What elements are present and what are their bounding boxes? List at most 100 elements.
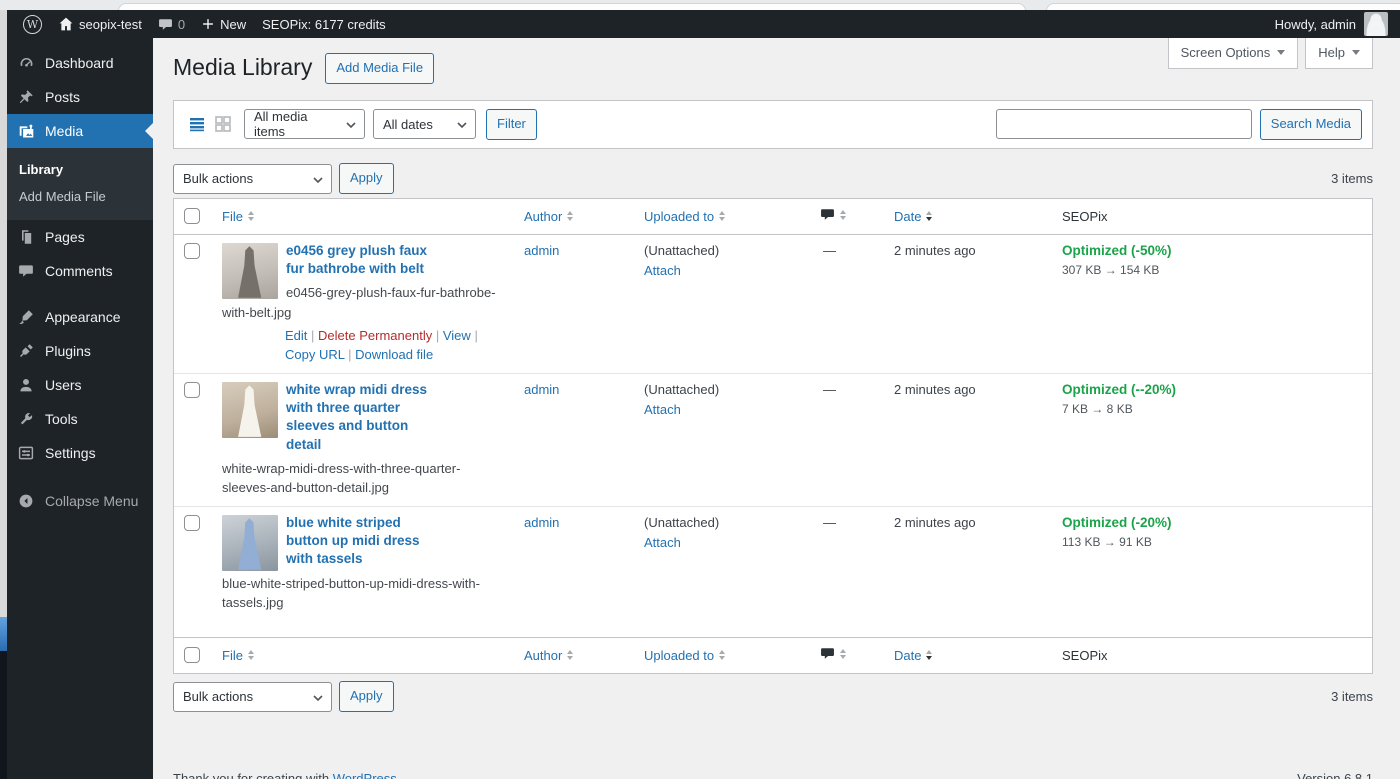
attach-link[interactable]: Attach (644, 402, 681, 417)
author-link[interactable]: admin (524, 243, 559, 258)
sort-by-date[interactable]: Date (894, 209, 932, 224)
footer-thanks-period: . (397, 771, 401, 779)
date-filter-select[interactable]: All dates (373, 109, 476, 139)
list-view-icon (187, 114, 207, 134)
view-link[interactable]: View (443, 328, 471, 343)
desktop-edge-artifact (0, 651, 7, 779)
sidebar-item-settings[interactable]: Settings (7, 436, 153, 470)
seopix-size-change: 307 KB → 154 KB (1062, 263, 1362, 277)
sidebar-item-users[interactable]: Users (7, 368, 153, 402)
author-link[interactable]: admin (524, 515, 559, 530)
table-row: white wrap midi dress with three quarter… (174, 373, 1372, 506)
grid-view-button[interactable] (210, 111, 236, 137)
help-button[interactable]: Help (1305, 38, 1373, 69)
sidebar-item-label: Posts (45, 89, 80, 105)
apply-button[interactable]: Apply (339, 681, 394, 712)
sort-arrows-icon (926, 211, 932, 221)
browser-chrome-artifact (0, 0, 1400, 10)
sort-by-author[interactable]: Author (524, 648, 573, 663)
wordpress-link[interactable]: WordPress (333, 771, 397, 779)
admin-bar: W seopix-test 0 New SEOPix: 6177 credits… (7, 10, 1400, 38)
site-name-link[interactable]: seopix-test (50, 10, 150, 38)
search-media-input[interactable] (996, 109, 1252, 139)
uploaded-to-status: (Unattached) (644, 382, 800, 397)
admin-bar-comments[interactable]: 0 (150, 10, 193, 38)
sort-by-file[interactable]: File (222, 209, 254, 224)
add-media-file-button[interactable]: Add Media File (325, 53, 434, 84)
sort-arrows-icon (567, 650, 573, 660)
copy-url-link[interactable]: Copy URL (285, 347, 344, 362)
sidebar-item-posts[interactable]: Posts (7, 80, 153, 114)
admin-footer: Thank you for creating with WordPress. V… (173, 771, 1373, 779)
sidebar-item-media[interactable]: Media (7, 114, 153, 148)
edit-link[interactable]: Edit (285, 328, 307, 343)
attach-link[interactable]: Attach (644, 263, 681, 278)
bulk-actions-value: Bulk actions (183, 171, 253, 186)
screen-options-button[interactable]: Screen Options (1168, 38, 1299, 69)
sort-by-comments[interactable] (820, 207, 846, 222)
sort-by-uploaded-to[interactable]: Uploaded to (644, 648, 725, 663)
new-content-menu[interactable]: New (193, 10, 254, 38)
browser-urlbar-artifact (1046, 3, 1400, 10)
sidebar-subitem-add-media-file[interactable]: Add Media File (7, 183, 153, 210)
bulk-actions-select[interactable]: Bulk actions (173, 682, 332, 712)
media-thumbnail-blue-dress[interactable] (222, 515, 278, 571)
filter-button[interactable]: Filter (486, 109, 537, 140)
comment-count: 0 (178, 17, 185, 32)
sort-by-comments[interactable] (820, 646, 846, 661)
sidebar-item-pages[interactable]: Pages (7, 220, 153, 254)
sort-by-uploaded-to[interactable]: Uploaded to (644, 209, 725, 224)
date-filter-value: All dates (383, 117, 433, 132)
sort-arrows-icon (926, 650, 932, 660)
media-thumbnail-white-dress[interactable] (222, 382, 278, 438)
row-checkbox[interactable] (184, 382, 200, 398)
search-media-button[interactable]: Search Media (1260, 109, 1362, 140)
sidebar-subitem-library[interactable]: Library (7, 156, 153, 183)
table-row: e0456 grey plush faux fur bathrobe with … (174, 234, 1372, 373)
select-all-checkbox[interactable] (184, 208, 200, 224)
grid-view-icon (213, 114, 233, 134)
delete-permanently-link[interactable]: Delete Permanently (318, 328, 432, 343)
bulk-actions-select[interactable]: Bulk actions (173, 164, 332, 194)
media-submenu: Library Add Media File (7, 148, 153, 220)
list-view-button[interactable] (184, 111, 210, 137)
pages-icon (16, 229, 36, 245)
table-row: blue white striped button up midi dress … (174, 506, 1372, 637)
sidebar-item-plugins[interactable]: Plugins (7, 334, 153, 368)
seopix-status: Optimized (-50%) (1062, 243, 1362, 258)
sort-by-file[interactable]: File (222, 648, 254, 663)
media-thumbnail-bathrobe[interactable] (222, 243, 278, 299)
row-checkbox[interactable] (184, 243, 200, 259)
seopix-column-header: SEOPix (1062, 209, 1108, 224)
row-actions: Edit | Delete Permanently | View | Copy … (285, 327, 504, 365)
attach-link[interactable]: Attach (644, 535, 681, 550)
download-file-link[interactable]: Download file (355, 347, 433, 362)
avatar[interactable] (1364, 12, 1388, 36)
collapse-menu-button[interactable]: Collapse Menu (7, 484, 153, 518)
apply-button[interactable]: Apply (339, 163, 394, 194)
sidebar-item-tools[interactable]: Tools (7, 402, 153, 436)
sort-by-date[interactable]: Date (894, 648, 932, 663)
admin-sidebar: Dashboard Posts Media Library Add Media … (7, 38, 153, 779)
sidebar-item-comments[interactable]: Comments (7, 254, 153, 288)
wordpress-menu[interactable]: W (15, 10, 50, 38)
row-checkbox[interactable] (184, 515, 200, 531)
sort-arrows-icon (719, 650, 725, 660)
sort-by-author[interactable]: Author (524, 209, 573, 224)
chevron-down-icon (313, 695, 323, 701)
media-filename: white-wrap-midi-dress-with-three-quarter… (222, 459, 504, 498)
action-separator: | (311, 328, 314, 343)
sidebar-item-appearance[interactable]: Appearance (7, 300, 153, 334)
media-type-filter-select[interactable]: All media items (244, 109, 365, 139)
select-all-checkbox[interactable] (184, 647, 200, 663)
comment-count-dash: — (820, 515, 836, 530)
appearance-brush-icon (16, 309, 36, 325)
howdy-label[interactable]: Howdy, admin (1275, 17, 1356, 32)
tools-wrench-icon (16, 411, 36, 427)
author-link[interactable]: admin (524, 382, 559, 397)
desktop-edge-artifact (0, 617, 7, 651)
sidebar-item-label: Plugins (45, 343, 91, 359)
seopix-credits[interactable]: SEOPix: 6177 credits (254, 10, 394, 38)
upload-date: 2 minutes ago (894, 382, 976, 397)
sidebar-item-dashboard[interactable]: Dashboard (7, 46, 153, 80)
